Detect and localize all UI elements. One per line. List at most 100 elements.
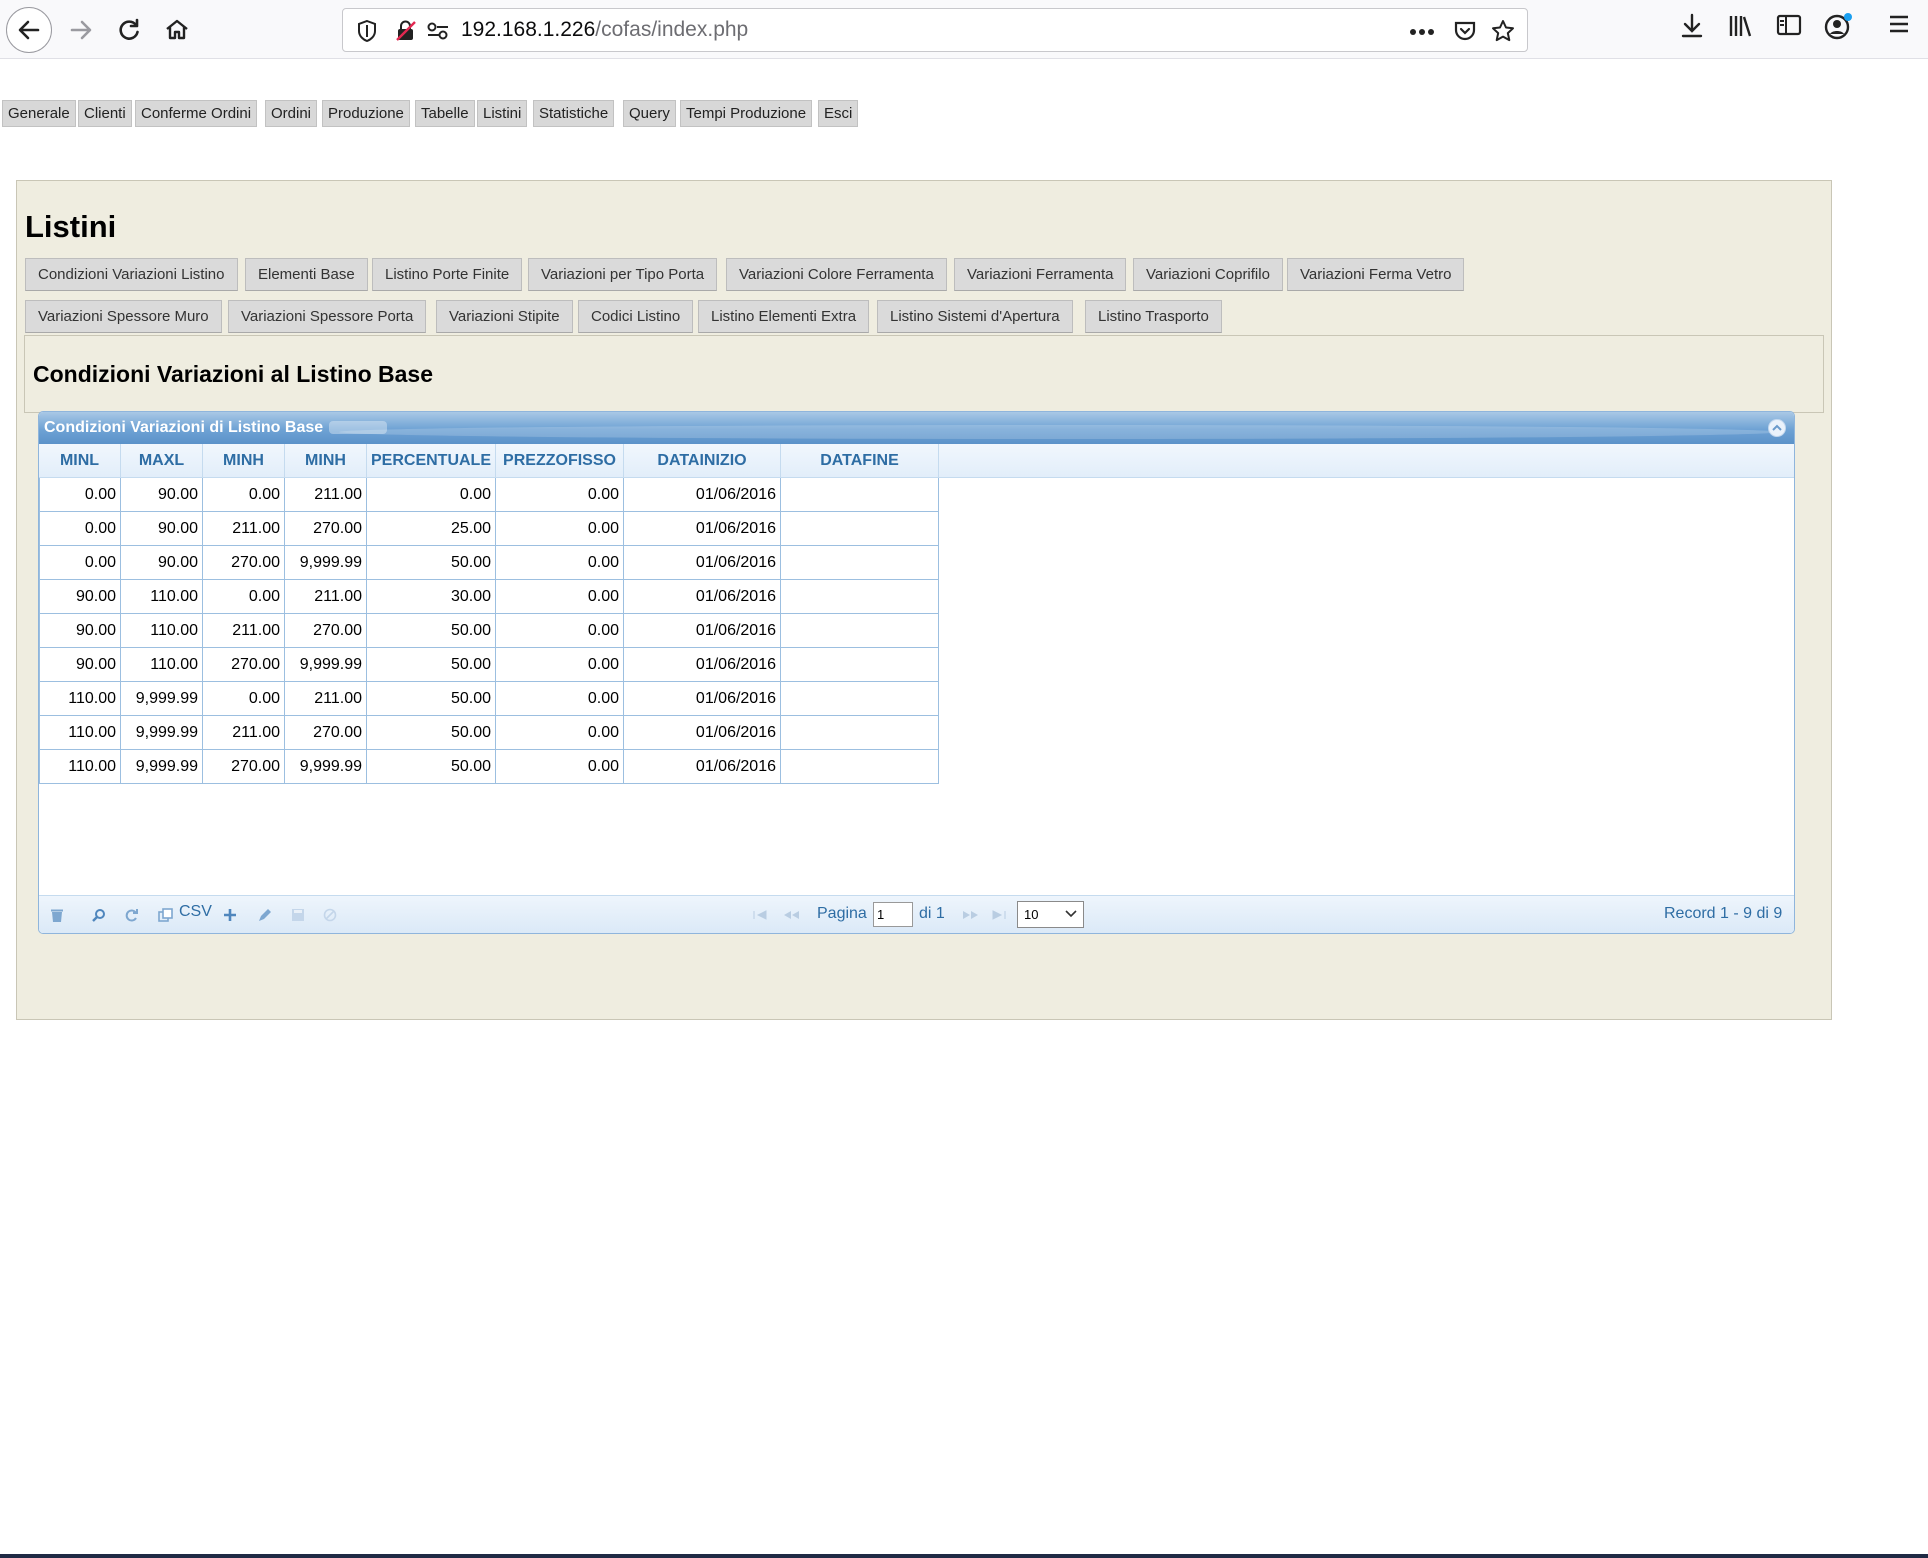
cell-maxl[interactable]: 9,999.99 — [121, 682, 203, 716]
tab-elementi-base[interactable]: Elementi Base — [245, 258, 368, 291]
cell-minh-2[interactable]: 9,999.99 — [285, 648, 367, 682]
collapse-grid-button[interactable] — [1768, 419, 1786, 437]
cell-minl[interactable]: 110.00 — [39, 716, 121, 750]
cell-datainizio[interactable]: 01/06/2016 — [624, 648, 781, 682]
cell-minh[interactable]: 211.00 — [203, 512, 285, 546]
page-number-input[interactable] — [873, 902, 913, 927]
forward-button[interactable] — [58, 7, 104, 53]
prev-page-icon[interactable] — [783, 910, 801, 920]
menu-hamburger-icon[interactable] — [1888, 13, 1910, 35]
cell-datafine[interactable] — [781, 478, 939, 512]
cell-datafine[interactable] — [781, 648, 939, 682]
downloads-icon[interactable] — [1680, 13, 1704, 39]
cell-datafine[interactable] — [781, 580, 939, 614]
cell-prezzofisso[interactable]: 0.00 — [496, 546, 624, 580]
cell-minl[interactable]: 110.00 — [39, 750, 121, 784]
table-row[interactable]: 110.00 9,999.99 211.00 270.00 50.00 0.00… — [39, 716, 939, 750]
table-row[interactable]: 90.00 110.00 270.00 9,999.99 50.00 0.00 … — [39, 648, 939, 682]
tab-variazioni-stipite[interactable]: Variazioni Stipite — [436, 300, 573, 333]
cell-percentuale[interactable]: 30.00 — [367, 580, 496, 614]
refresh-icon[interactable] — [124, 908, 139, 923]
cell-minh[interactable]: 270.00 — [203, 648, 285, 682]
col-header-minh-2[interactable]: MINH — [285, 444, 367, 477]
col-header-percentuale[interactable]: PERCENTUALE — [367, 444, 496, 477]
table-row[interactable]: 90.00 110.00 0.00 211.00 30.00 0.00 01/0… — [39, 580, 939, 614]
table-row[interactable]: 0.00 90.00 270.00 9,999.99 50.00 0.00 01… — [39, 546, 939, 580]
cell-prezzofisso[interactable]: 0.00 — [496, 750, 624, 784]
col-header-datainizio[interactable]: DATAINIZIO — [624, 444, 781, 477]
cell-prezzofisso[interactable]: 0.00 — [496, 512, 624, 546]
cell-datainizio[interactable]: 01/06/2016 — [624, 478, 781, 512]
cell-datafine[interactable] — [781, 546, 939, 580]
menu-ordini[interactable]: Ordini — [265, 100, 318, 127]
cell-minl[interactable]: 90.00 — [39, 648, 121, 682]
cell-minl[interactable]: 90.00 — [39, 614, 121, 648]
more-actions-icon[interactable] — [1409, 28, 1435, 36]
cell-minl[interactable]: 110.00 — [39, 682, 121, 716]
cell-minh[interactable]: 270.00 — [203, 546, 285, 580]
cell-percentuale[interactable]: 50.00 — [367, 648, 496, 682]
table-row[interactable]: 110.00 9,999.99 270.00 9,999.99 50.00 0.… — [39, 750, 939, 784]
search-icon[interactable] — [91, 908, 106, 923]
table-row[interactable]: 110.00 9,999.99 0.00 211.00 50.00 0.00 0… — [39, 682, 939, 716]
next-page-icon[interactable] — [961, 910, 979, 920]
menu-produzione[interactable]: Produzione — [322, 100, 410, 127]
menu-clienti[interactable]: Clienti — [78, 100, 132, 127]
tab-codici-listino[interactable]: Codici Listino — [578, 300, 694, 333]
col-header-minh[interactable]: MINH — [203, 444, 285, 477]
bookmark-star-icon[interactable] — [1491, 19, 1515, 43]
tab-variazioni-ferma-vetro[interactable]: Variazioni Ferma Vetro — [1287, 258, 1465, 291]
tab-listino-trasporto[interactable]: Listino Trasporto — [1085, 300, 1222, 333]
tab-variazioni-ferramenta[interactable]: Variazioni Ferramenta — [954, 258, 1127, 291]
table-row[interactable]: 90.00 110.00 211.00 270.00 50.00 0.00 01… — [39, 614, 939, 648]
cell-minl[interactable]: 90.00 — [39, 580, 121, 614]
url-bar[interactable]: 192.168.1.226/cofas/index.php — [342, 8, 1528, 52]
cell-datainizio[interactable]: 01/06/2016 — [624, 546, 781, 580]
cell-datafine[interactable] — [781, 682, 939, 716]
pocket-icon[interactable] — [1453, 19, 1477, 43]
menu-tabelle[interactable]: Tabelle — [415, 100, 475, 127]
cell-percentuale[interactable]: 0.00 — [367, 478, 496, 512]
delete-icon[interactable] — [50, 908, 64, 923]
cell-minh-2[interactable]: 270.00 — [285, 512, 367, 546]
library-icon[interactable] — [1728, 13, 1754, 39]
edit-icon[interactable] — [257, 908, 272, 923]
cell-minh-2[interactable]: 211.00 — [285, 580, 367, 614]
export-csv-icon[interactable] — [158, 908, 173, 923]
menu-tempi-produzione[interactable]: Tempi Produzione — [680, 100, 813, 127]
cell-minh[interactable]: 211.00 — [203, 614, 285, 648]
cell-datainizio[interactable]: 01/06/2016 — [624, 716, 781, 750]
cell-percentuale[interactable]: 50.00 — [367, 682, 496, 716]
cell-prezzofisso[interactable]: 0.00 — [496, 716, 624, 750]
back-button[interactable] — [6, 7, 52, 53]
cell-minh-2[interactable]: 9,999.99 — [285, 750, 367, 784]
cell-datainizio[interactable]: 01/06/2016 — [624, 580, 781, 614]
tab-variazioni-spessore-muro[interactable]: Variazioni Spessore Muro — [25, 300, 222, 333]
save-icon[interactable] — [291, 908, 305, 922]
cell-minh-2[interactable]: 9,999.99 — [285, 546, 367, 580]
cell-prezzofisso[interactable]: 0.00 — [496, 682, 624, 716]
cell-minh-2[interactable]: 211.00 — [285, 682, 367, 716]
tab-variazioni-tipo-porta[interactable]: Variazioni per Tipo Porta — [528, 258, 718, 291]
cell-minh-2[interactable]: 270.00 — [285, 614, 367, 648]
first-page-icon[interactable] — [752, 910, 768, 920]
menu-statistiche[interactable]: Statistiche — [533, 100, 615, 127]
cell-minh[interactable]: 0.00 — [203, 478, 285, 512]
cell-datafine[interactable] — [781, 750, 939, 784]
menu-listini[interactable]: Listini — [477, 100, 528, 127]
cell-maxl[interactable]: 90.00 — [121, 478, 203, 512]
cell-maxl[interactable]: 90.00 — [121, 546, 203, 580]
table-row[interactable]: 0.00 90.00 211.00 270.00 25.00 0.00 01/0… — [39, 512, 939, 546]
permissions-icon[interactable] — [426, 21, 450, 41]
cell-maxl[interactable]: 90.00 — [121, 512, 203, 546]
tab-listino-sistemi-apertura[interactable]: Listino Sistemi d'Apertura — [877, 300, 1073, 333]
cell-percentuale[interactable]: 50.00 — [367, 614, 496, 648]
cancel-icon[interactable] — [323, 908, 337, 922]
cell-datainizio[interactable]: 01/06/2016 — [624, 614, 781, 648]
shield-icon[interactable] — [357, 20, 377, 42]
cell-datafine[interactable] — [781, 512, 939, 546]
cell-minl[interactable]: 0.00 — [39, 546, 121, 580]
tab-variazioni-coprifilo[interactable]: Variazioni Coprifilo — [1133, 258, 1283, 291]
add-icon[interactable] — [223, 908, 237, 922]
cell-datainizio[interactable]: 01/06/2016 — [624, 750, 781, 784]
